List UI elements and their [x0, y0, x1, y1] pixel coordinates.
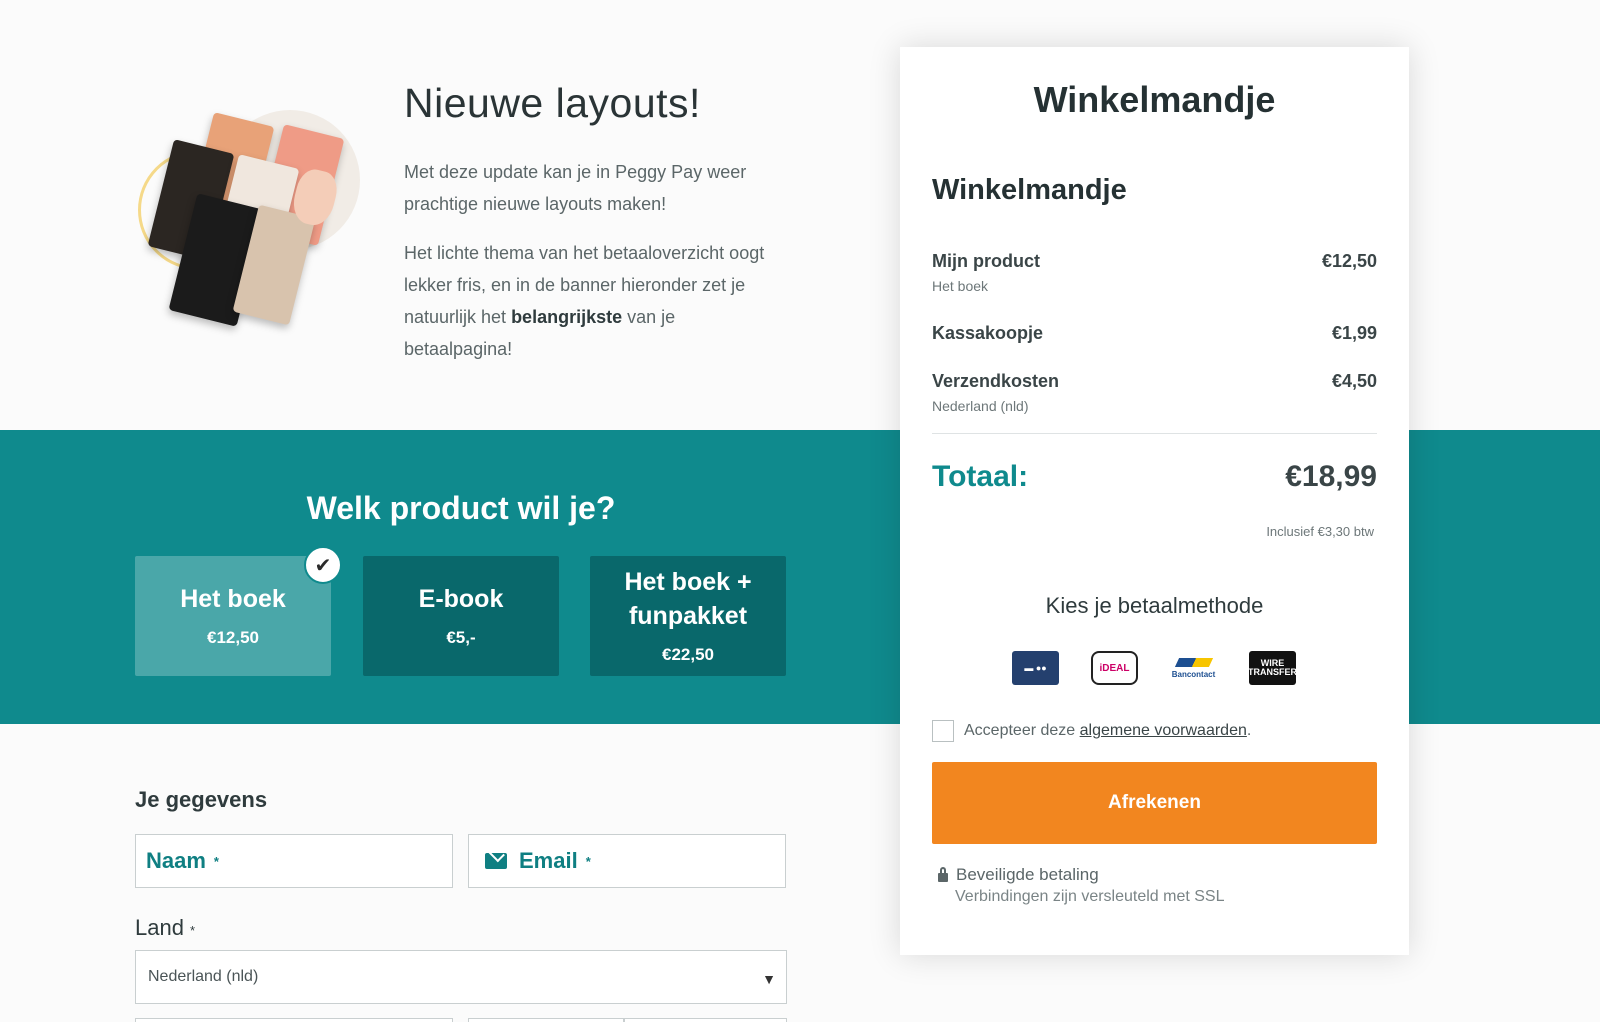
checkout-button[interactable]: Afrekenen	[932, 762, 1377, 844]
product-option-price: €5,-	[446, 628, 476, 647]
required-mark: *	[189, 923, 196, 938]
product-option-name: E-book	[418, 585, 504, 613]
product-option-name: Het boek	[180, 585, 286, 613]
total-label: Totaal:	[932, 460, 1029, 493]
next-field-edge[interactable]	[468, 1018, 624, 1022]
cart-line-amount: €12,50	[1321, 251, 1377, 271]
cart-subtitle: Winkelmandje	[932, 174, 1127, 206]
vat-note: Inclusief €3,30 btw	[1266, 524, 1374, 539]
next-field-edge[interactable]	[624, 1018, 787, 1022]
cart-line-label: Verzendkosten	[932, 371, 1060, 391]
layouts-illustration	[130, 100, 370, 330]
cart-title: Winkelmandje	[1033, 79, 1276, 120]
dropdown-arrow-icon: ▼	[762, 971, 776, 987]
lock-icon	[938, 866, 948, 882]
terms-row: Accepteer deze algemene voorwaarden.	[932, 720, 1251, 742]
cart-line-amount: €4,50	[1331, 371, 1377, 391]
product-option-e-book[interactable]: E-book €5,-	[363, 556, 559, 676]
credit-card-icon[interactable]: ▬ ●●	[1012, 651, 1059, 685]
secure-subtext: Verbindingen zijn versleuteld met SSL	[955, 888, 1225, 905]
secure-title: Beveiligde betaling	[956, 865, 1099, 884]
checkmark-icon: ✔	[304, 546, 342, 584]
cart-line-sub: Het boek	[932, 278, 989, 294]
country-select[interactable]: Nederland (nld) ▼	[135, 950, 787, 1004]
bancontact-icon[interactable]: Bancontact	[1170, 651, 1217, 685]
intro-paragraph: Met deze update kan je in Peggy Pay weer…	[404, 162, 747, 214]
intro-paragraph: Het lichte thema van het betaaloverzicht…	[404, 237, 784, 365]
terms-prefix: Accepteer deze	[964, 722, 1076, 739]
country-label: Land *	[135, 915, 195, 941]
email-field[interactable]: Email *	[468, 834, 786, 888]
terms-suffix: .	[1246, 722, 1252, 739]
cart-panel: Winkelmandje Winkelmandje Mijn product H…	[900, 47, 1409, 955]
cart-line: Kassakoopje €1,99	[932, 323, 1377, 344]
bancontact-stripe	[1174, 657, 1213, 667]
product-option-price: €22,50	[662, 645, 714, 664]
required-mark: *	[585, 853, 591, 869]
ideal-label: iDEAL	[1099, 662, 1130, 674]
name-label: Naam	[146, 848, 206, 873]
cart-line: Mijn product Het boek €12,50	[932, 251, 1377, 294]
secure-payment-note: Beveiligde betaling	[938, 865, 1099, 885]
form-title: Je gegevens	[135, 787, 268, 812]
next-field-edge[interactable]	[135, 1018, 453, 1022]
product-option-name: Het boek + funpakket	[624, 568, 752, 630]
intro-title: Nieuwe layouts!	[404, 80, 701, 126]
product-picker-title: Welk product wil je?	[306, 490, 616, 526]
cart-line: Verzendkosten Nederland (nld) €4,50	[932, 371, 1377, 414]
divider	[932, 433, 1377, 434]
terms-checkbox[interactable]	[932, 720, 954, 742]
name-field[interactable]: Naam *	[135, 834, 453, 888]
cart-line-amount: €1,99	[1331, 323, 1377, 343]
ideal-icon[interactable]: iDEAL	[1091, 651, 1138, 685]
wire-transfer-icon[interactable]: WIRE TRANSFER	[1248, 651, 1297, 685]
email-label: Email	[519, 848, 578, 873]
total-amount: €18,99	[1285, 460, 1377, 493]
country-label-text: Land	[135, 915, 184, 940]
payment-methods: ▬ ●● iDEAL Bancontact WIRE TRANSFER	[1012, 651, 1297, 685]
cart-line-label: Kassakoopje	[932, 323, 1044, 343]
product-option-price: €12,50	[207, 628, 259, 647]
wire-transfer-label: WIRE TRANSFER	[1248, 658, 1297, 677]
envelope-icon	[485, 853, 507, 869]
country-select-value: Nederland (nld)	[148, 968, 259, 985]
product-option-boek-funpakket[interactable]: Het boek + funpakket €22,50	[590, 556, 786, 676]
intro-bold-text: belangrijkste	[511, 307, 623, 327]
cart-line-label: Mijn product	[932, 251, 1040, 271]
payment-method-title: Kies je betaalmethode	[1045, 593, 1264, 618]
required-mark: *	[213, 853, 219, 869]
product-option-het-boek[interactable]: Het boek €12,50	[135, 556, 331, 676]
cart-line-sub: Nederland (nld)	[932, 398, 1029, 414]
bancontact-label: Bancontact	[1171, 669, 1216, 679]
terms-link[interactable]: algemene voorwaarden	[1080, 722, 1247, 740]
